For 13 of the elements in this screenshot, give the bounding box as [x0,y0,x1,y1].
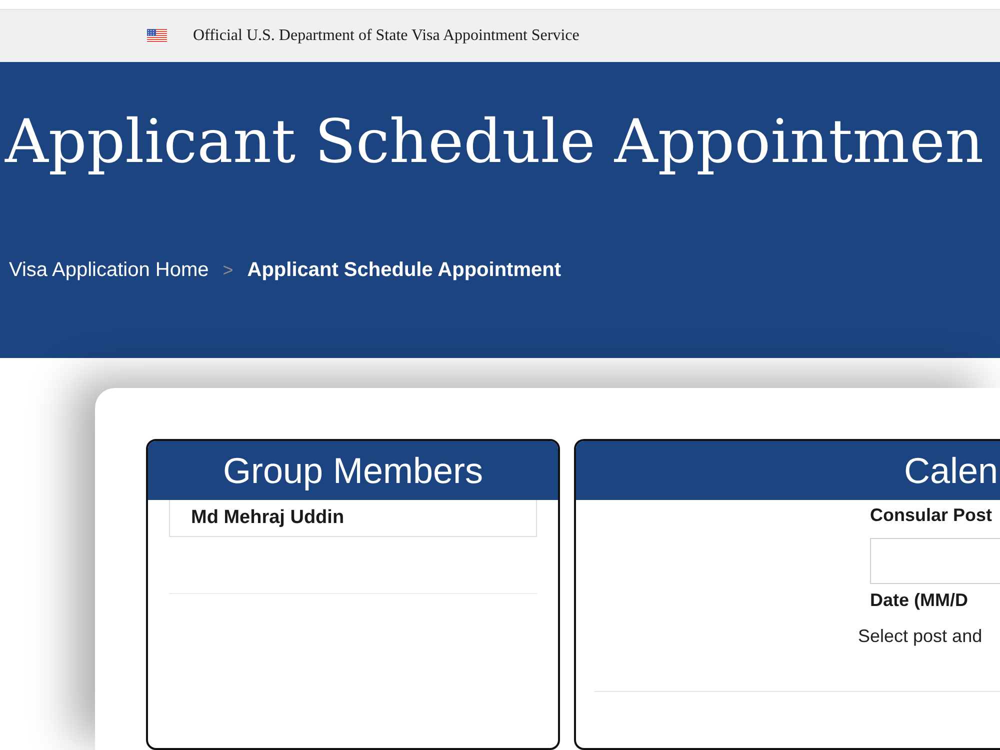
field-label: Consular Post [870,504,992,526]
panel-title: Group Members [148,441,558,500]
field-label: Date (MM/D [870,589,968,611]
breadcrumb-separator: > [222,259,234,282]
banner-text: Official U.S. Department of State Visa Appointment Service [193,27,580,45]
hint-text: Select post and [858,625,982,647]
consular-post-field[interactable] [870,538,1000,584]
breadcrumb-current: Applicant Schedule Appointment [247,258,561,282]
breadcrumb-link[interactable]: Visa Application Home [9,258,209,282]
flag-icon [147,29,167,43]
member-item: Md Mehraj Uddin [169,500,537,537]
page-title: Applicant Schedule Appointmen [4,106,985,178]
panel-title: Calen [576,441,1000,500]
